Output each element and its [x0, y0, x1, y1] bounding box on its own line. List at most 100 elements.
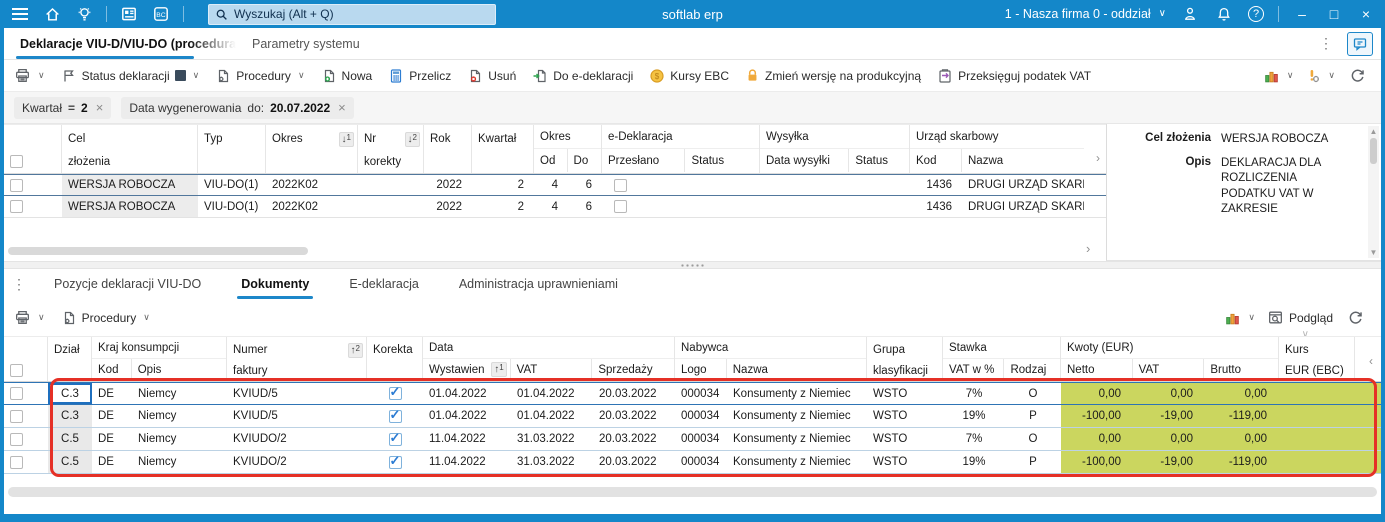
korekta-checkbox[interactable]	[388, 407, 402, 423]
header-nazwa[interactable]: Nazwa	[962, 149, 1084, 172]
header-do[interactable]: Do	[568, 149, 601, 172]
header-status[interactable]: Status	[685, 149, 759, 172]
header-przeslano[interactable]: Przesłano	[602, 149, 686, 172]
header-data-vat[interactable]: VAT	[511, 359, 593, 380]
usun-button[interactable]: Usuń	[467, 68, 516, 84]
procedury-button[interactable]: Procedury ∨	[61, 310, 150, 326]
close-button[interactable]: ×	[1357, 6, 1375, 22]
header-typ[interactable]: Typ	[198, 125, 266, 173]
tab-system-params[interactable]: Parametry systemu	[236, 28, 376, 59]
tab-administracja[interactable]: Administracja uprawnieniami	[439, 269, 638, 299]
chart-view-button[interactable]: ∨	[1224, 309, 1255, 326]
news-report-icon[interactable]	[119, 4, 139, 24]
user-icon[interactable]	[1180, 4, 1200, 24]
tab-declarations[interactable]: Deklaracje VIU-D/VIU-DO (procedura u	[4, 28, 236, 59]
row-checkbox[interactable]	[10, 200, 23, 213]
tab-dokumenty[interactable]: Dokumenty	[221, 269, 329, 299]
header-sprzedazy[interactable]: Sprzedaży	[592, 359, 674, 380]
declaration-row[interactable]: WERSJA ROBOCZA VIU-DO(1) 2022K02 2022 2 …	[4, 196, 1106, 218]
header-kurs[interactable]: Kurs EUR (EBC)	[1279, 337, 1355, 381]
korekta-checkbox[interactable]	[388, 453, 402, 469]
scrollbar-thumb[interactable]	[1370, 138, 1377, 164]
kursy-ebc-button[interactable]: $ Kursy EBC	[649, 68, 729, 84]
upper-hscrollbar-thumb[interactable]	[8, 247, 308, 255]
korekta-checkbox[interactable]	[388, 430, 402, 446]
chip-close-icon[interactable]: ×	[338, 100, 346, 115]
chip-close-icon[interactable]: ×	[96, 100, 104, 115]
declaration-row[interactable]: WERSJA ROBOCZA VIU-DO(1) 2022K02 2022 2 …	[4, 174, 1106, 196]
row-checkbox[interactable]	[10, 178, 23, 192]
header-vat-kwota[interactable]: VAT	[1133, 359, 1205, 380]
document-row[interactable]: C.5 DE Niemcy KVIUDO/2 11.04.2022 31.03.…	[4, 428, 1381, 451]
przeksieguj-vat-button[interactable]: Przeksięguj podatek VAT	[937, 68, 1091, 84]
minimize-button[interactable]: –	[1293, 6, 1311, 22]
row-checkbox[interactable]	[10, 387, 23, 400]
print-button[interactable]: ∨	[14, 309, 45, 326]
refresh-icon[interactable]	[1345, 308, 1365, 328]
bell-icon[interactable]	[1214, 4, 1234, 24]
splitter-grip[interactable]	[679, 264, 706, 267]
bottom-hscrollbar[interactable]	[8, 487, 1377, 497]
tab-edeklaracja[interactable]: E-deklaracja	[329, 269, 438, 299]
header-cel-zlozenia[interactable]: Cel złożenia	[62, 125, 198, 173]
header-brutto[interactable]: Brutto	[1204, 359, 1278, 380]
company-selector[interactable]: 1 - Nasza firma 0 - oddział ∨	[1005, 7, 1166, 21]
hamburger-menu-icon[interactable]	[10, 4, 30, 24]
header-okres[interactable]: Okres ↓ 1	[266, 125, 358, 173]
header-vat-procent[interactable]: VAT w %	[943, 359, 1005, 380]
zmien-wersje-button[interactable]: Zmień wersję na produkcyjną	[745, 68, 921, 83]
refresh-icon[interactable]	[1347, 66, 1367, 86]
podglad-button[interactable]: Podgląd	[1267, 309, 1333, 326]
search-input[interactable]	[234, 7, 489, 21]
filter-chip-kwartal[interactable]: Kwartał = 2 ×	[14, 96, 112, 119]
header-numer-faktury[interactable]: Numer ↑ 2 faktury	[227, 337, 367, 381]
document-row[interactable]: C.5 DE Niemcy KVIUDO/2 11.04.2022 31.03.…	[4, 451, 1381, 474]
korekta-checkbox[interactable]	[388, 384, 402, 400]
header-kod[interactable]: Kod	[92, 359, 132, 380]
przelicz-button[interactable]: Przelicz	[388, 68, 451, 84]
header-rok[interactable]: Rok	[424, 125, 472, 173]
detail-panel-scrollbar[interactable]: ▲ ▼	[1368, 126, 1379, 258]
panel-splitter[interactable]	[4, 261, 1381, 269]
header-wystawienia[interactable]: Wystawien ↑ 1	[423, 359, 511, 380]
header-opis[interactable]: Opis	[132, 359, 226, 380]
header-netto[interactable]: Netto	[1061, 359, 1133, 380]
header-nazwa[interactable]: Nazwa	[727, 359, 866, 380]
upper-hscroll-right-icon[interactable]: ›	[1086, 241, 1090, 256]
header-kod[interactable]: Kod	[910, 149, 962, 172]
alerts-settings-button[interactable]: ∨	[1305, 68, 1335, 84]
scroll-columns-left[interactable]: ‹	[1355, 337, 1381, 381]
procedury-button[interactable]: Procedury ∨	[215, 68, 305, 84]
home-icon[interactable]	[42, 4, 62, 24]
lower-tabs-menu-icon[interactable]: ⋮	[4, 276, 34, 293]
document-row[interactable]: C.3 DE Niemcy KVIUD/5 01.04.2022 01.04.2…	[4, 405, 1381, 428]
do-edeklaracji-button[interactable]: Do e-deklaracji	[532, 68, 633, 84]
print-button[interactable]: ∨	[14, 67, 45, 84]
global-search[interactable]	[208, 3, 496, 25]
header-dzial[interactable]: Dział	[48, 337, 92, 381]
help-icon[interactable]: ?	[1248, 6, 1264, 22]
header-korekta[interactable]: Korekta	[367, 337, 423, 381]
feedback-bubble-button[interactable]	[1347, 31, 1373, 56]
header-rodzaj[interactable]: Rodzaj	[1004, 359, 1060, 380]
header-grupa-klasyfikacji[interactable]: Grupa klasyfikacji	[867, 337, 943, 381]
header-data-wysylki[interactable]: Data wysyłki	[760, 149, 850, 172]
header-logo[interactable]: Logo	[675, 359, 727, 380]
row-checkbox[interactable]	[10, 455, 23, 469]
lightbulb-icon[interactable]	[74, 4, 94, 24]
document-row[interactable]: C.3 DE Niemcy KVIUD/5 01.04.2022 01.04.2…	[4, 382, 1381, 405]
scroll-down-icon[interactable]: ▼	[1368, 248, 1379, 257]
scroll-columns-right[interactable]: ›	[1084, 125, 1106, 173]
bc-module-icon[interactable]: BC	[151, 4, 171, 24]
more-options-icon[interactable]: ⋮	[1315, 35, 1337, 52]
nowa-button[interactable]: Nowa	[321, 68, 372, 84]
header-od[interactable]: Od	[534, 149, 568, 172]
row-checkbox[interactable]	[10, 432, 23, 446]
filter-chip-data-wygenerowania[interactable]: Data wygenerowania do: 20.07.2022 ×	[121, 96, 354, 119]
select-all-checkbox[interactable]	[10, 364, 23, 378]
header-nr-korekty[interactable]: Nr ↓ 2 korekty	[358, 125, 424, 173]
header-status[interactable]: Status	[849, 149, 909, 172]
chart-view-button[interactable]: ∨	[1263, 67, 1293, 84]
row-checkbox[interactable]	[10, 409, 23, 423]
przeslano-checkbox[interactable]	[614, 178, 627, 192]
